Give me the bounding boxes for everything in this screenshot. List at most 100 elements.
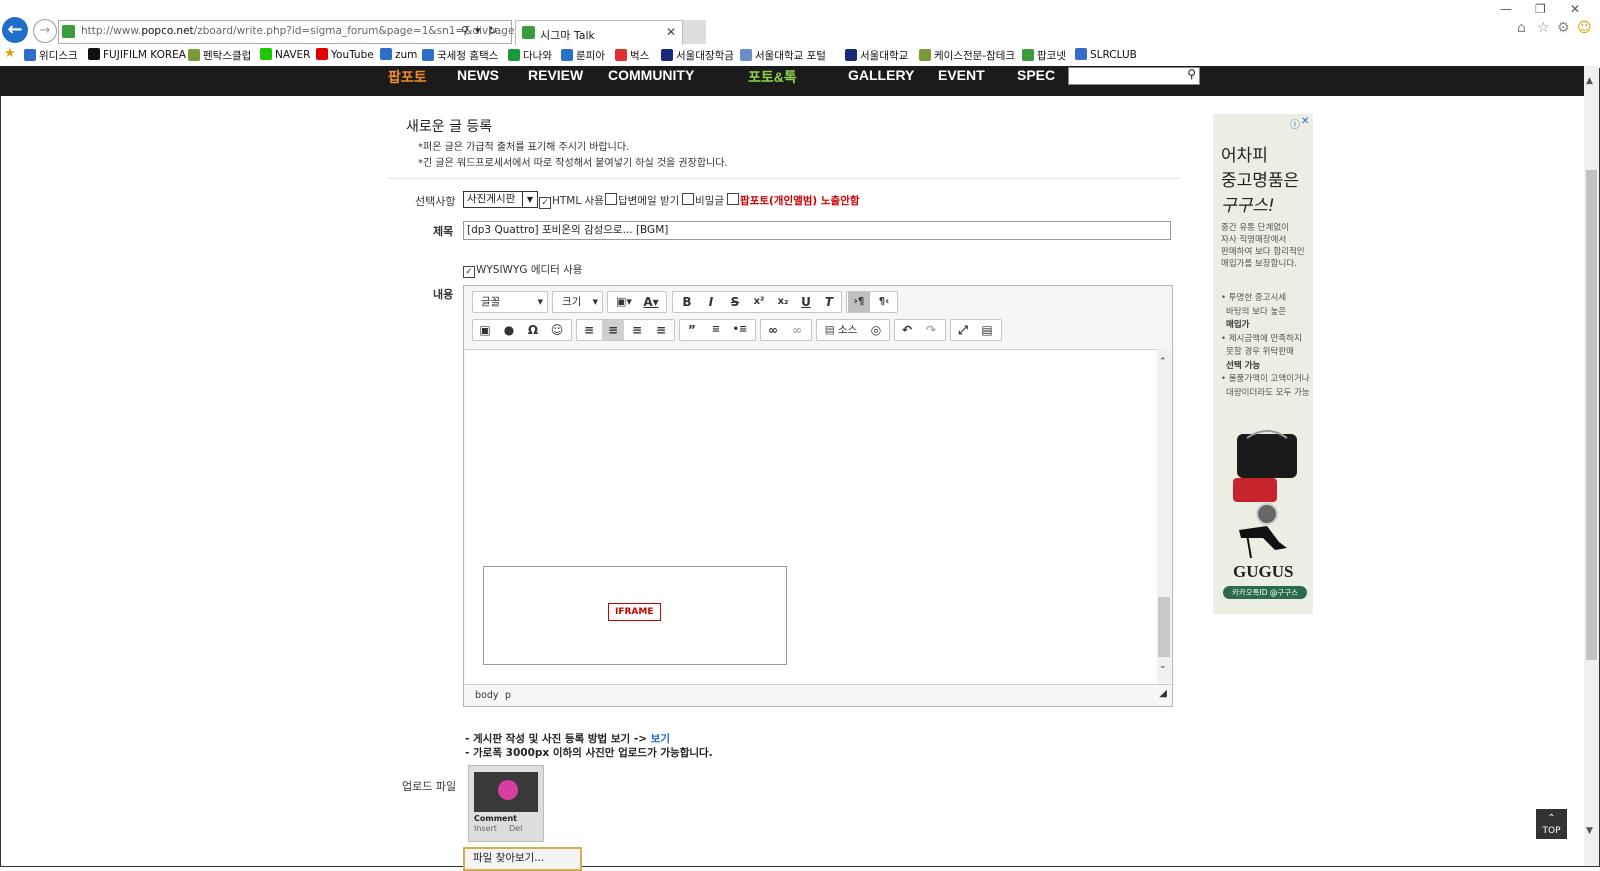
guide-link[interactable]: 보기 (651, 733, 670, 745)
unlink-icon[interactable]: ∞ (786, 320, 808, 340)
scroll-down-icon[interactable]: ⌄ (1159, 661, 1167, 671)
thumb-del[interactable]: Del (509, 824, 522, 833)
superscript-icon[interactable]: x² (748, 292, 770, 312)
nav-gallery[interactable]: GALLERY (848, 67, 914, 83)
browser-tab[interactable]: 시그마 Talk ✕ (515, 20, 683, 45)
redo-icon[interactable]: ↷ (920, 320, 942, 340)
favorite-link[interactable]: 위디스크 (24, 48, 78, 63)
align-right-icon[interactable]: ≡ (626, 320, 648, 340)
remove-format-icon[interactable]: T (818, 292, 840, 312)
subscript-icon[interactable]: x₂ (772, 292, 794, 312)
new-tab-button[interactable] (683, 20, 706, 44)
rtl-icon[interactable]: ¶‹ (873, 292, 895, 312)
favorite-link[interactable]: 펜탁스클럽 (188, 48, 251, 63)
favorite-link[interactable]: 서울대장학금 (661, 48, 734, 63)
advertisement[interactable]: ⓘ ✕ 어차피 중고명품은 구구스! 중간 유통 단계없이 자사 직영매장에서 판매하여… (1213, 114, 1313, 614)
align-left-icon[interactable]: ≡ (578, 320, 600, 340)
nav-news[interactable]: NEWS (457, 67, 499, 83)
nav-community[interactable]: COMMUNITY (608, 67, 694, 83)
favorite-link[interactable]: 서울대학교 (845, 48, 908, 63)
minimize-icon[interactable]: — (1500, 2, 1512, 16)
favorite-link[interactable]: 룬피아 (561, 48, 605, 63)
editor-scrollbar[interactable]: ⌃ ⌄ (1157, 349, 1171, 683)
secret-checkbox[interactable]: 비밀글 (682, 193, 724, 208)
scroll-up-icon[interactable]: ▲ (1586, 76, 1593, 86)
subject-input[interactable]: [dp3 Quattro] 포비온의 감성으로... [BGM] (463, 221, 1171, 240)
underline-icon[interactable]: U (795, 292, 817, 312)
favorite-link[interactable]: 다나와 (508, 48, 552, 63)
close-window-icon[interactable]: ✕ (1570, 2, 1580, 16)
special-char-icon[interactable]: Ω (522, 320, 544, 340)
emoticon-icon[interactable]: ☺ (546, 320, 568, 340)
path-p[interactable]: p (505, 690, 511, 701)
refresh-icon[interactable]: ↻ (488, 24, 497, 37)
favorite-link[interactable]: FUJIFILM KOREA (88, 48, 186, 61)
iframe-placeholder[interactable]: IFRAME (483, 566, 787, 665)
resize-handle-icon[interactable]: ◢ (1159, 688, 1167, 699)
nav-spec[interactable]: SPEC (1017, 67, 1055, 83)
search-icon[interactable]: ⚲ (461, 24, 469, 37)
html-checkbox[interactable]: ✓ HTML 사용 (539, 193, 604, 209)
reply-mail-checkbox[interactable]: 답변메일 받기 (605, 193, 679, 208)
favorites-star-icon[interactable]: ★ (4, 46, 16, 61)
site-search-input[interactable]: ⚲ (1068, 67, 1200, 85)
favorite-link[interactable]: NAVER (260, 48, 310, 61)
strikethrough-icon[interactable]: S (724, 292, 746, 312)
back-button[interactable]: ← (2, 17, 28, 43)
scroll-up-icon[interactable]: ⌃ (1159, 357, 1167, 367)
blockquote-icon[interactable]: ” (681, 320, 703, 340)
dropdown-icon[interactable]: ▾ (475, 24, 481, 37)
image-icon[interactable]: ▣ (474, 320, 496, 340)
maximize-icon[interactable]: ⤢ (952, 320, 974, 340)
home-icon[interactable]: ⌂ (1517, 20, 1526, 36)
editor-scroll-thumb[interactable] (1158, 597, 1170, 657)
globe-icon[interactable]: ◎ (865, 320, 887, 340)
source-button[interactable]: ▤ 소스 (819, 320, 863, 340)
ad-close-icon[interactable]: ✕ (1301, 116, 1309, 127)
thumb-insert[interactable]: Insert (474, 824, 497, 833)
forward-button[interactable]: → (33, 19, 57, 43)
favorite-link[interactable]: 국세청 홈택스 (422, 48, 498, 63)
favorite-link[interactable]: YouTube (316, 48, 374, 61)
text-color-icon[interactable]: A▾ (638, 292, 664, 312)
scroll-thumb[interactable] (1586, 170, 1597, 660)
align-center-icon[interactable]: ≡ (602, 320, 624, 340)
favorite-link[interactable]: 케이스전문-참테크 (919, 48, 1015, 63)
ltr-icon[interactable]: ›¶ (848, 292, 870, 312)
nav-photo-talk[interactable]: 포토&톡 (748, 67, 797, 87)
preview-icon[interactable]: ▤ (976, 320, 998, 340)
favorite-link[interactable]: 벅스 (615, 48, 649, 63)
smiley-icon[interactable]: ☺ (1577, 20, 1592, 36)
flash-icon[interactable]: ● (498, 320, 520, 340)
close-tab-icon[interactable]: ✕ (666, 25, 676, 39)
undo-icon[interactable]: ↶ (896, 320, 918, 340)
favorite-link[interactable]: zum (380, 48, 417, 61)
link-icon[interactable]: ∞ (762, 320, 784, 340)
scroll-top-button[interactable]: ⌃ TOP (1536, 809, 1567, 839)
address-bar[interactable]: http://www.popco.net/zboard/write.php?id… (58, 20, 530, 44)
font-dropdown[interactable]: 글꼴 ▼ (472, 291, 548, 313)
nav-event[interactable]: EVENT (938, 67, 985, 83)
nav-review[interactable]: REVIEW (528, 67, 583, 83)
path-body[interactable]: body (475, 690, 499, 701)
album-hide-checkbox[interactable]: 팝포토(개인앨범) 노출안함 (727, 193, 860, 208)
wysiwyg-checkbox[interactable]: ✓ WYSIWYG 에디터 사용 (463, 262, 582, 278)
ad-info-icon[interactable]: ⓘ (1290, 116, 1300, 131)
settings-gear-icon[interactable]: ⚙ (1557, 20, 1570, 36)
page-scrollbar[interactable]: ▲ ▼ (1584, 66, 1599, 866)
background-color-icon[interactable]: ▣▾ (611, 292, 637, 312)
italic-icon[interactable]: I (700, 292, 722, 312)
unordered-list-icon[interactable]: •≡ (729, 320, 751, 340)
nav-popphoto[interactable]: 팝포토 (388, 67, 427, 87)
browse-file-button[interactable]: 파일 찾아보기... (463, 847, 582, 871)
ordered-list-icon[interactable]: ≡ (705, 320, 727, 340)
favorite-link[interactable]: SLRCLUB (1075, 48, 1137, 61)
editor-content-area[interactable]: IFRAME (465, 349, 1157, 684)
favorite-link[interactable]: 팝코넷 (1022, 48, 1066, 63)
size-dropdown[interactable]: 크기 ▼ (552, 291, 603, 313)
thumb-comment[interactable]: Comment (474, 814, 517, 823)
upload-thumbnail[interactable]: Comment Insert Del (468, 765, 544, 842)
scroll-down-icon[interactable]: ▼ (1586, 826, 1593, 836)
favorites-star-icon[interactable]: ☆ (1537, 20, 1550, 36)
favorite-link[interactable]: 서울대학교 포털 (740, 48, 826, 63)
